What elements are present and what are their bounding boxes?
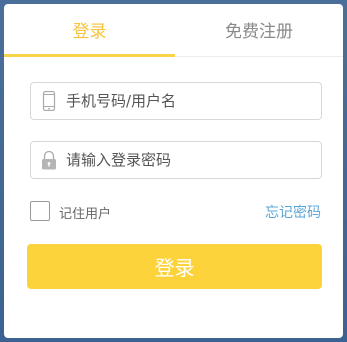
login-button[interactable]: 登录 bbox=[27, 244, 322, 289]
login-panel: 登录 免费注册 记住用户 忘记密码 登录 bbox=[4, 4, 343, 338]
tab-register[interactable]: 免费注册 bbox=[175, 4, 343, 56]
tab-bar: 登录 免费注册 bbox=[4, 4, 343, 57]
remember-label: 记住用户 bbox=[59, 207, 112, 222]
phone-field[interactable] bbox=[30, 82, 322, 120]
lock-icon bbox=[40, 150, 58, 170]
phone-icon bbox=[40, 90, 58, 112]
password-field[interactable] bbox=[30, 141, 322, 179]
tab-login[interactable]: 登录 bbox=[4, 4, 175, 56]
forgot-password-link[interactable]: 忘记密码 bbox=[265, 202, 321, 222]
active-tab-indicator bbox=[4, 54, 175, 57]
phone-input[interactable] bbox=[66, 83, 316, 119]
password-input[interactable] bbox=[66, 142, 316, 178]
remember-checkbox[interactable] bbox=[30, 201, 50, 221]
